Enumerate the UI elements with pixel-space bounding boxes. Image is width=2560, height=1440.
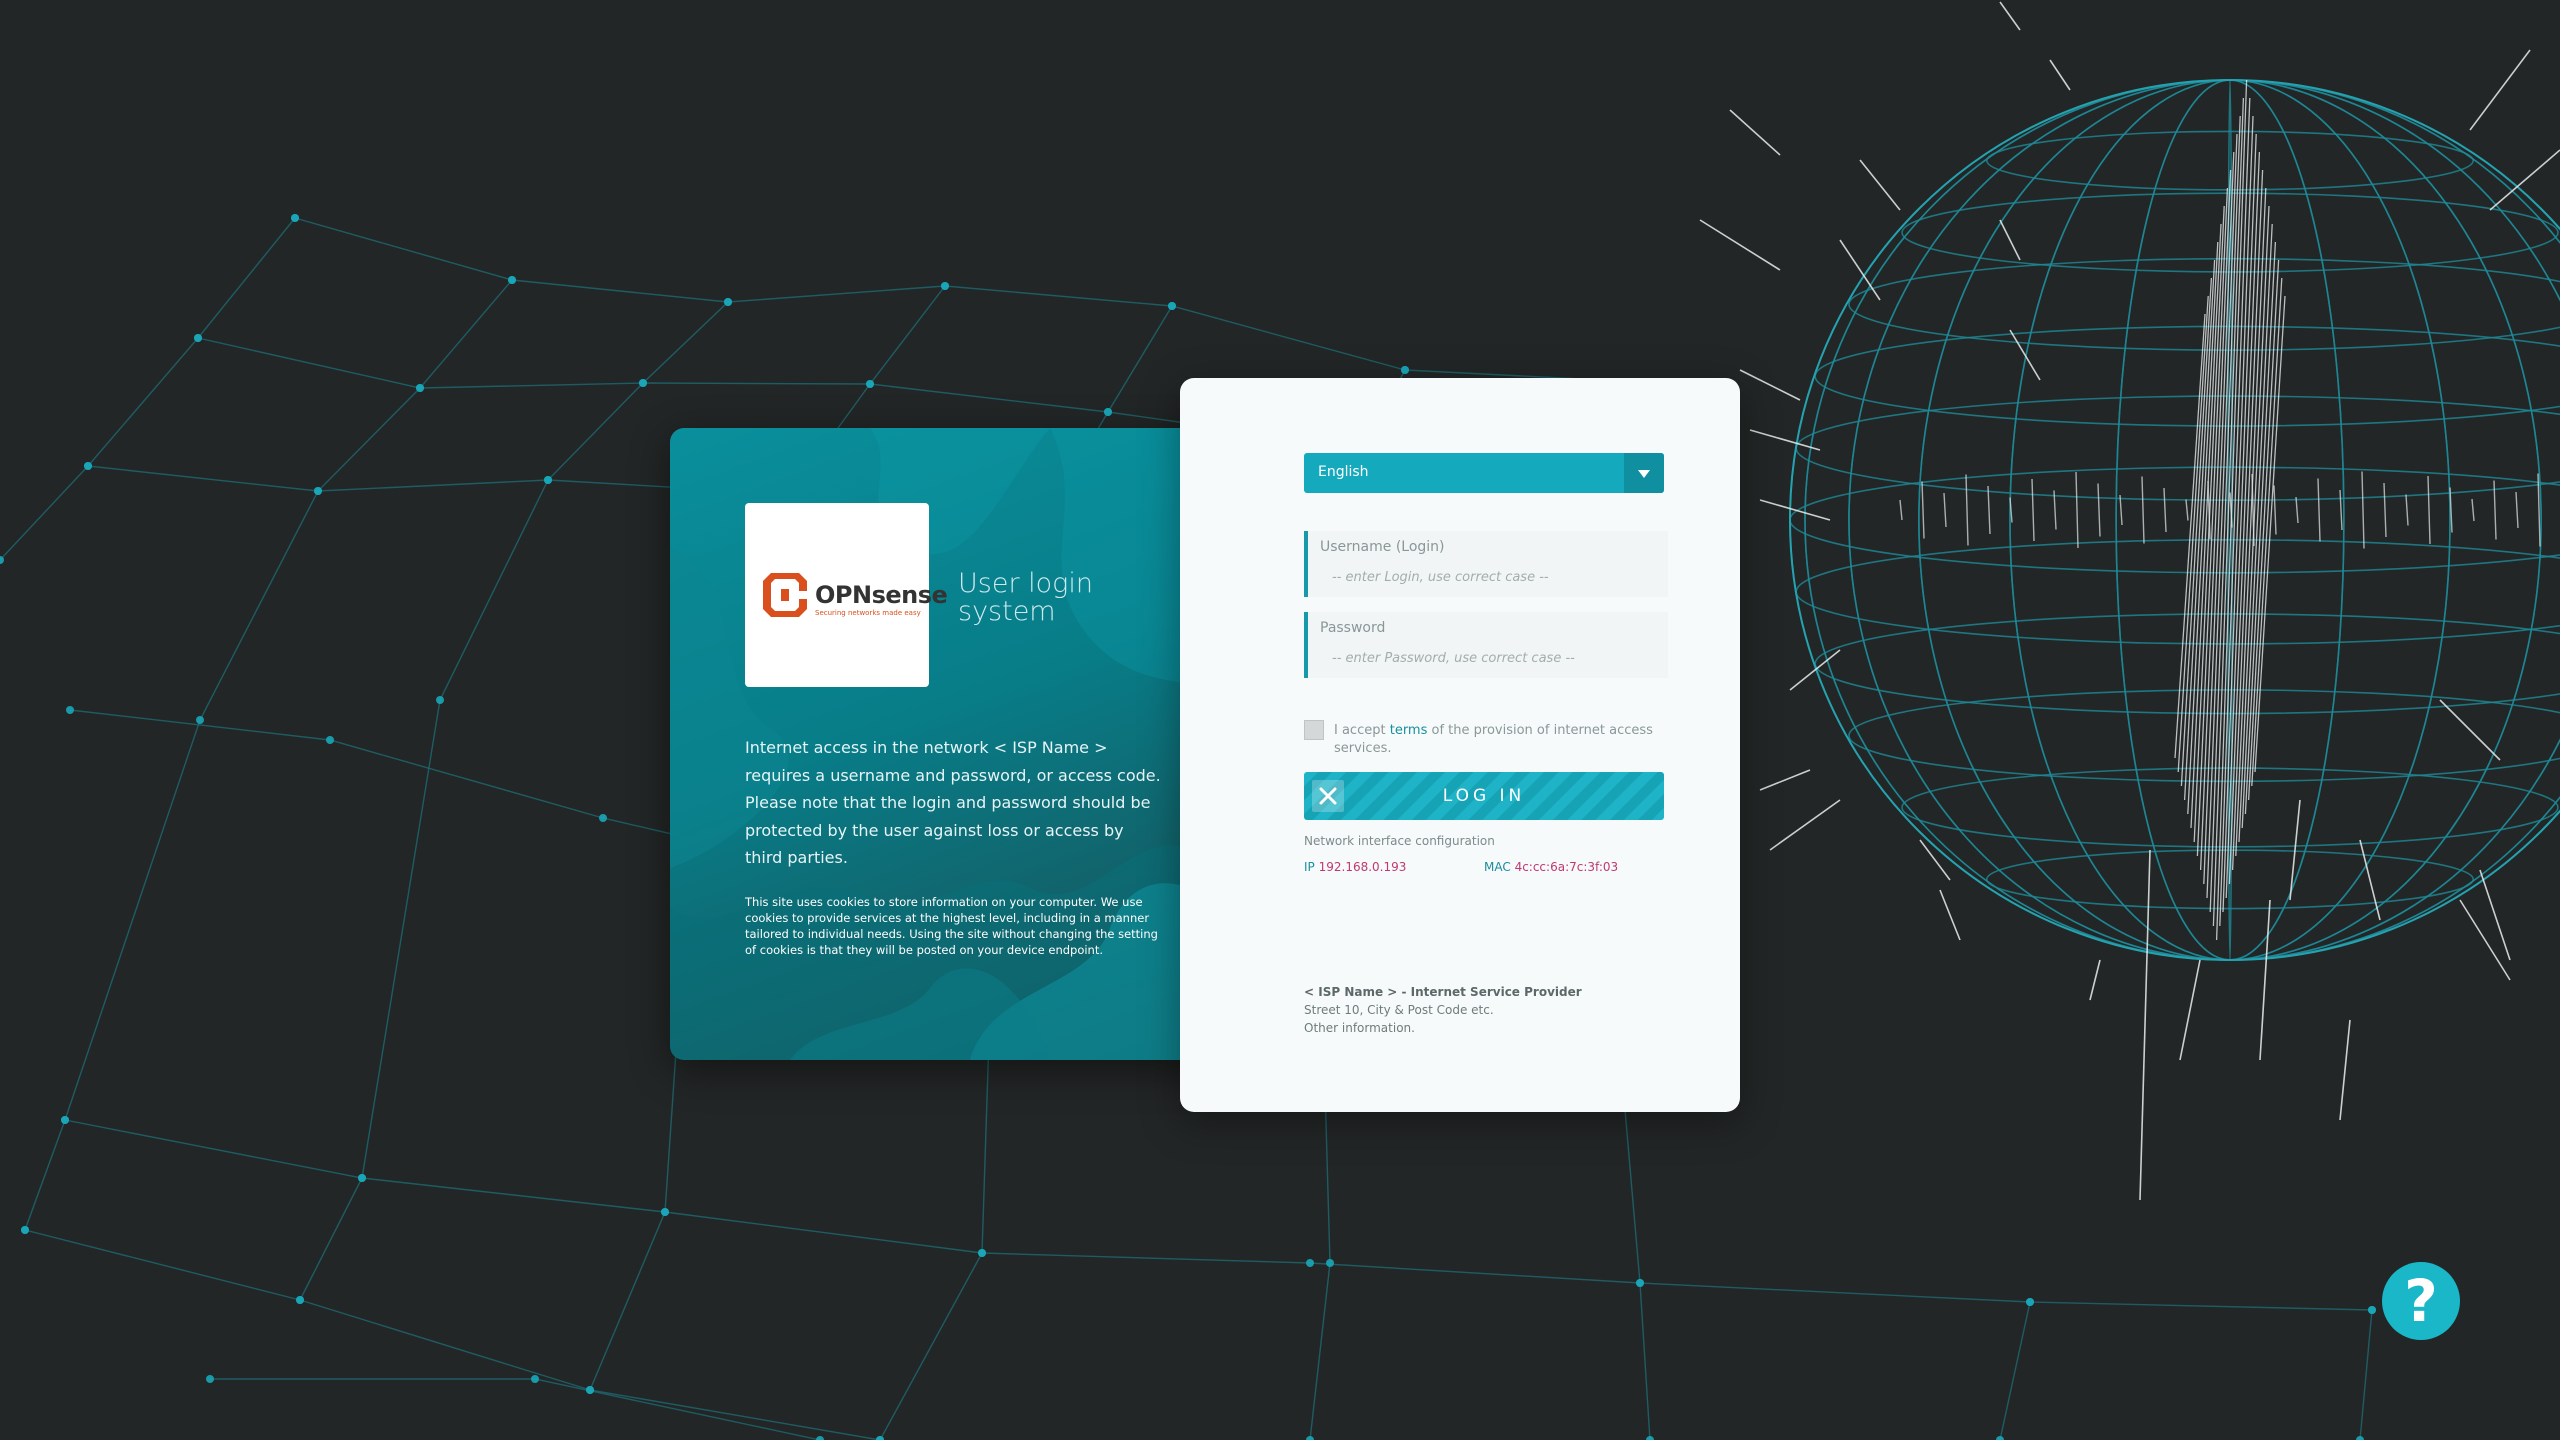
password-field: Password bbox=[1304, 612, 1668, 678]
login-button[interactable]: LOG IN bbox=[1304, 772, 1664, 820]
terms-checkbox[interactable] bbox=[1304, 720, 1324, 740]
page-title: User login system bbox=[958, 568, 1093, 627]
isp-other-info: Other information. bbox=[1304, 1021, 1415, 1035]
password-input[interactable] bbox=[1320, 646, 1662, 670]
login-button-label: LOG IN bbox=[1442, 786, 1526, 806]
logo-tagline: Securing networks made easy bbox=[815, 609, 921, 617]
isp-name: < ISP Name > - Internet Service Provider bbox=[1304, 985, 1582, 999]
opnsense-logo-icon bbox=[763, 573, 807, 617]
terms-link[interactable]: terms bbox=[1390, 723, 1428, 738]
language-select[interactable]: English bbox=[1304, 453, 1664, 493]
username-field: Username (Login) bbox=[1304, 531, 1668, 597]
isp-address: Street 10, City & Post Code etc. bbox=[1304, 1003, 1494, 1017]
help-button[interactable]: ? bbox=[2382, 1262, 2460, 1340]
language-selected-label: English bbox=[1318, 464, 1369, 480]
terms-text: I accept terms of the provision of inter… bbox=[1334, 722, 1664, 758]
username-input[interactable] bbox=[1320, 565, 1662, 589]
mac-label: MAC bbox=[1484, 860, 1511, 874]
login-card: English Username (Login) Password I acce… bbox=[1180, 378, 1740, 1112]
logo-box: OPNsense Securing networks made easy bbox=[745, 503, 948, 687]
mac-value: 4c:cc:6a:7c:3f:03 bbox=[1514, 860, 1619, 874]
cookie-notice: This site uses cookies to store informat… bbox=[745, 895, 1158, 957]
isp-footer: < ISP Name > - Internet Service Provider… bbox=[1304, 983, 1582, 1037]
ip-label: IP bbox=[1304, 860, 1315, 874]
ip-info: IP 192.168.0.193 bbox=[1304, 860, 1406, 874]
language-dropdown-toggle[interactable] bbox=[1624, 453, 1664, 493]
mac-info: MAC 4c:cc:6a:7c:3f:03 bbox=[1484, 860, 1618, 874]
username-label: Username (Login) bbox=[1320, 539, 1445, 555]
help-icon: ? bbox=[2404, 1267, 2438, 1335]
chevron-down-icon bbox=[1638, 470, 1650, 478]
terms-prefix: I accept bbox=[1334, 723, 1390, 738]
ip-value: 192.168.0.193 bbox=[1318, 860, 1407, 874]
logo-text: OPNsense bbox=[815, 581, 948, 609]
password-label: Password bbox=[1320, 620, 1386, 636]
info-description: Internet access in the network < ISP Nam… bbox=[745, 738, 1161, 867]
network-config-title: Network interface configuration bbox=[1304, 834, 1495, 848]
info-card: OPNsense Securing networks made easy Use… bbox=[670, 428, 1230, 1060]
